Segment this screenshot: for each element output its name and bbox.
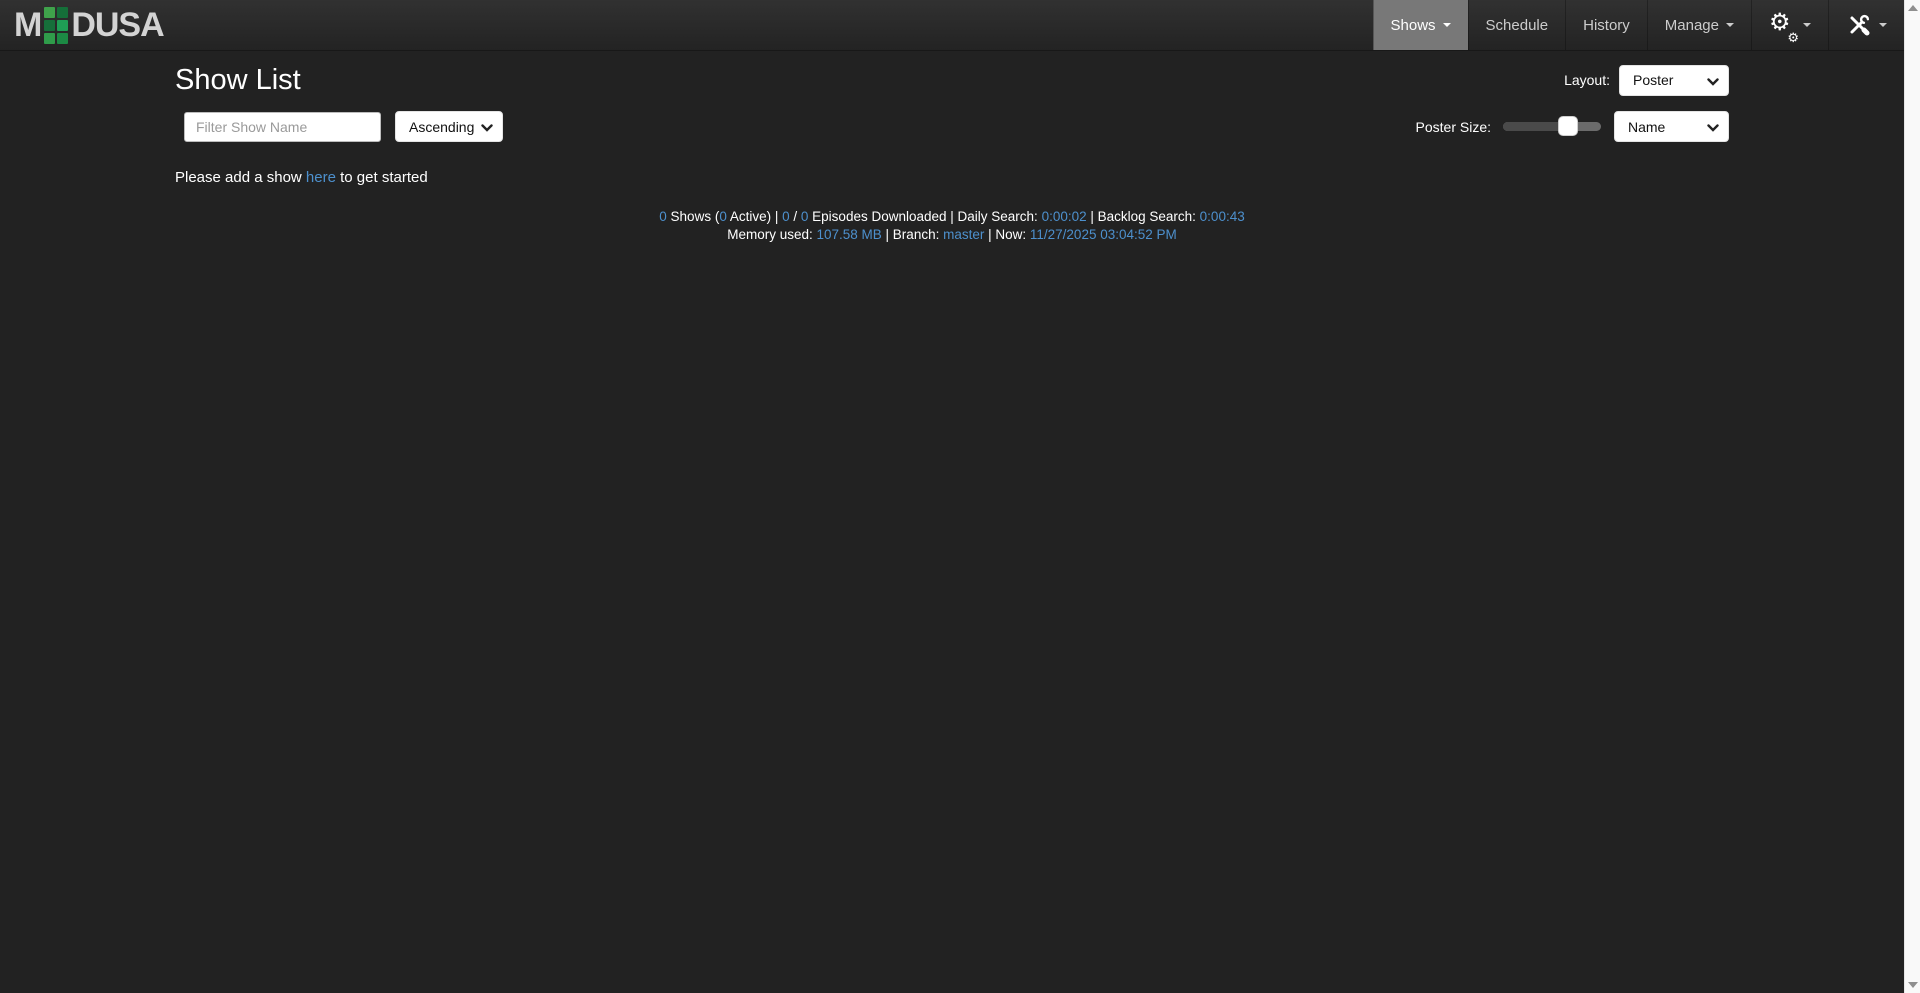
page-title: Show List	[175, 64, 301, 96]
nav-schedule[interactable]: Schedule	[1468, 0, 1566, 50]
scrollbar[interactable]	[1904, 0, 1920, 993]
poster-size-slider-handle[interactable]	[1558, 116, 1578, 136]
current-time-value: 11/27/2025 03:04:52 PM	[1030, 227, 1177, 242]
sort-direction-value: Ascending	[409, 119, 474, 135]
stats-footer: 0 Shows (0 Active) | 0 / 0 Episodes Down…	[175, 208, 1729, 244]
poster-controls-group: Poster Size: Name	[1416, 111, 1729, 142]
empty-state-message: Please add a show here to get started	[175, 169, 1729, 186]
sort-by-select[interactable]: Name	[1614, 111, 1729, 142]
daily-search-countdown: 0:00:02	[1042, 209, 1087, 224]
caret-down-icon	[1443, 23, 1451, 27]
gears-icon: ⚙ ⚙	[1769, 10, 1796, 40]
nav-shows-label: Shows	[1391, 17, 1436, 34]
page: M DUSA Shows Schedule History Manage	[0, 0, 1904, 993]
caret-down-icon	[1803, 23, 1811, 27]
caret-down-icon	[1879, 23, 1887, 27]
scrollbar-down-arrow[interactable]	[1908, 982, 1918, 988]
stats-line-1: 0 Shows (0 Active) | 0 / 0 Episodes Down…	[175, 208, 1729, 226]
logo-pixel-grid-icon	[44, 7, 68, 44]
stats-line-2: Memory used: 107.58 MB | Branch: master …	[175, 226, 1729, 244]
sort-by-value: Name	[1628, 119, 1665, 135]
nav-tools[interactable]	[1828, 0, 1904, 50]
show-list-page: Show List Layout: Poster Ascending Poste…	[175, 64, 1729, 244]
branch-value: master	[943, 227, 984, 242]
nav-shows[interactable]: Shows	[1373, 0, 1468, 50]
layout-select-value: Poster	[1633, 72, 1673, 88]
add-show-link[interactable]: here	[306, 169, 336, 186]
shows-count: 0	[659, 209, 667, 224]
active-shows-count: 0	[719, 209, 727, 224]
app-logo[interactable]: M DUSA	[0, 0, 178, 50]
backlog-search-countdown: 0:00:43	[1200, 209, 1245, 224]
nav-config[interactable]: ⚙ ⚙	[1751, 0, 1828, 50]
chevron-down-icon	[1707, 124, 1719, 132]
filter-show-name-input[interactable]	[184, 112, 381, 142]
scrollbar-up-arrow[interactable]	[1908, 5, 1918, 11]
memory-used-value: 107.58 MB	[817, 227, 882, 242]
chevron-down-icon	[1707, 78, 1719, 86]
nav-manage-label: Manage	[1665, 17, 1719, 34]
sort-direction-select[interactable]: Ascending	[395, 111, 503, 142]
nav-menu: Shows Schedule History Manage ⚙ ⚙	[1373, 0, 1904, 50]
nav-manage[interactable]: Manage	[1647, 0, 1751, 50]
nav-history-label: History	[1583, 17, 1630, 34]
nav-history[interactable]: History	[1565, 0, 1647, 50]
chevron-down-icon	[481, 124, 493, 132]
layout-label: Layout:	[1564, 72, 1610, 88]
poster-size-slider[interactable]	[1503, 122, 1601, 131]
logo-letter-m: M	[14, 0, 41, 50]
wrench-screwdriver-icon	[1846, 12, 1872, 38]
episodes-downloaded: 0	[782, 209, 790, 224]
caret-down-icon	[1726, 23, 1734, 27]
top-navbar: M DUSA Shows Schedule History Manage	[0, 0, 1904, 51]
layout-select[interactable]: Poster	[1619, 65, 1729, 96]
poster-size-label: Poster Size:	[1416, 119, 1491, 135]
layout-control-group: Layout: Poster	[1564, 65, 1729, 96]
nav-schedule-label: Schedule	[1486, 17, 1549, 34]
logo-letters-dusa: DUSA	[71, 0, 163, 50]
